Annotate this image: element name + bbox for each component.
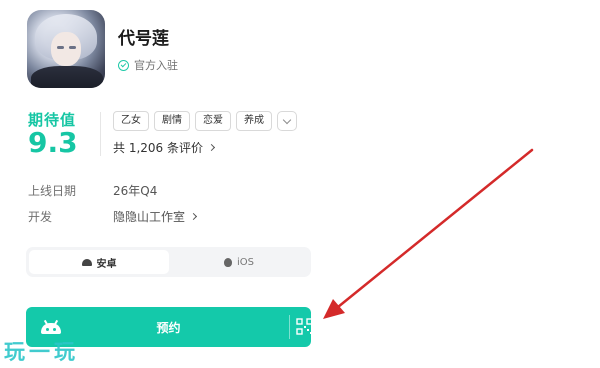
game-detail-card: 代号莲 官方入驻 期待值 9.3 乙女 剧情 恋爱 养成 共 1,206 条评价…	[0, 0, 600, 368]
annotation-arrow	[323, 148, 534, 319]
